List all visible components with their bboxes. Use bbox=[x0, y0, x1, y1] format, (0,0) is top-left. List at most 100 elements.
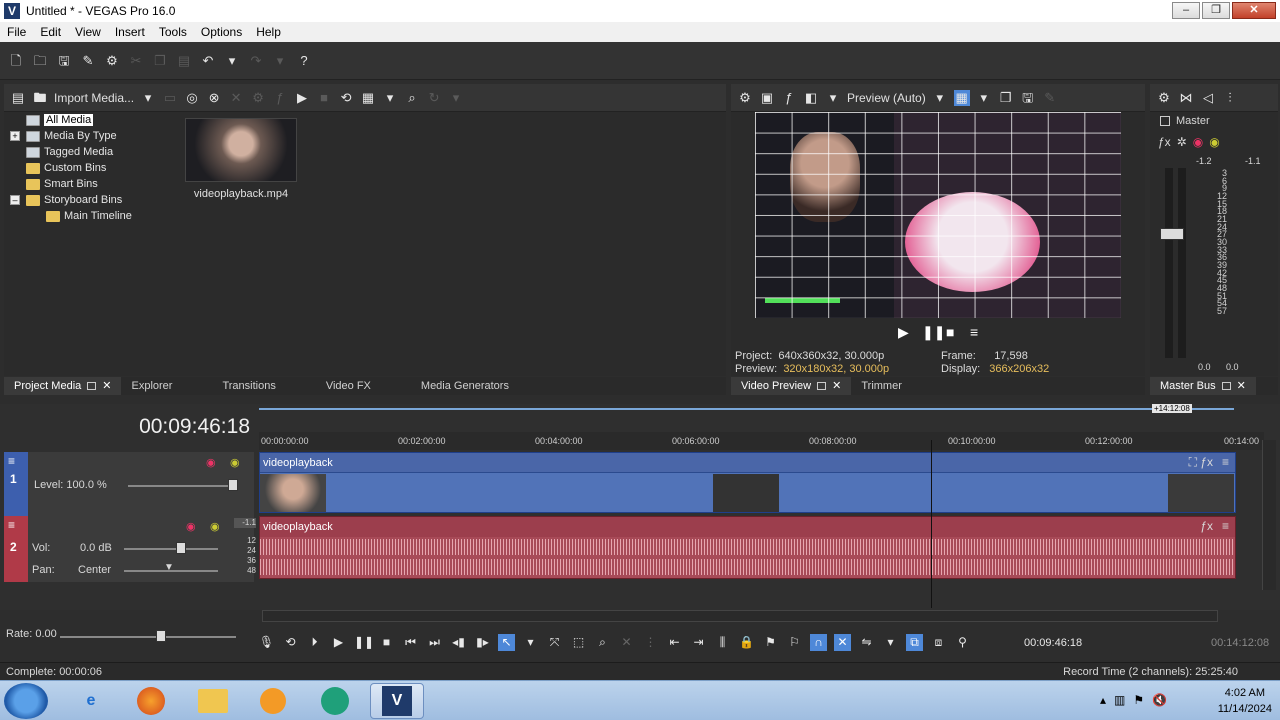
bus-fx-icon[interactable]: ƒx bbox=[1158, 135, 1171, 149]
play-icon[interactable]: ▶ bbox=[898, 325, 912, 339]
edit-icon[interactable]: ✎ bbox=[1042, 90, 1058, 106]
playhead-line[interactable] bbox=[931, 440, 932, 608]
downmix-icon[interactable]: ⋈ bbox=[1178, 90, 1194, 106]
menu-options[interactable]: Options bbox=[194, 25, 249, 39]
save-as-icon[interactable]: ✎ bbox=[80, 53, 96, 69]
track-mute-icon[interactable]: ◉ bbox=[206, 456, 216, 469]
minimize-button[interactable]: – bbox=[1172, 2, 1200, 19]
go-to-start-icon[interactable]: ⏮ bbox=[402, 634, 419, 651]
ignore-grouping-icon[interactable]: ⧈ bbox=[930, 634, 947, 651]
level-slider[interactable] bbox=[128, 485, 238, 487]
track-menu-icon[interactable]: ≡ bbox=[8, 454, 15, 468]
action-center-flag-icon[interactable]: ⚑ bbox=[1133, 693, 1144, 707]
video-clip[interactable]: videoplayback ⛶ ƒx ≡ bbox=[259, 452, 1236, 513]
insert-marker-icon[interactable]: ⚑ bbox=[762, 634, 779, 651]
time-ruler[interactable]: 00:00:00:00 00:02:00:00 00:04:00:00 00:0… bbox=[259, 432, 1264, 450]
redo-dropdown-icon[interactable]: ▾ bbox=[272, 53, 288, 69]
settings-gear-icon[interactable]: ⚙ bbox=[104, 53, 120, 69]
audio-track-header[interactable]: 2 ≡ ◉ ◉ Vol: 0.0 dB Pan: Center ▼ -1.1 1… bbox=[4, 516, 256, 582]
menu-edit[interactable]: Edit bbox=[33, 25, 68, 39]
ripple-dropdown-icon[interactable]: ▾ bbox=[882, 634, 899, 651]
tree-item-media-by-type[interactable]: + Media By Type bbox=[10, 128, 170, 144]
tab-media-generators[interactable]: Media Generators bbox=[411, 377, 519, 395]
overlays-dropdown-icon[interactable]: ▾ bbox=[976, 90, 992, 106]
tab-explorer[interactable]: Explorer bbox=[121, 377, 182, 395]
capture-icon[interactable]: ▭ bbox=[162, 90, 178, 106]
tree-item-tagged-media[interactable]: Tagged Media bbox=[10, 144, 170, 160]
auto-preview-play-icon[interactable]: ▶ bbox=[294, 90, 310, 106]
undo-icon[interactable]: ↶ bbox=[200, 53, 216, 69]
timeline-vertical-scrollbar[interactable] bbox=[1262, 440, 1276, 590]
menu-help[interactable]: Help bbox=[249, 25, 288, 39]
go-to-end-icon[interactable]: ⏭ bbox=[426, 634, 443, 651]
level-slider-handle[interactable] bbox=[228, 479, 238, 491]
normal-edit-tool-icon[interactable]: ↖ bbox=[498, 633, 515, 651]
event-fx-icon[interactable]: ƒx bbox=[1200, 519, 1213, 533]
edit-tool-dropdown-icon[interactable]: ▾ bbox=[522, 634, 539, 651]
cursor-marker-icon[interactable]: ⚲ bbox=[954, 634, 971, 651]
video-output-icon[interactable]: ▣ bbox=[759, 90, 775, 106]
import-media-button[interactable]: Import Media... bbox=[54, 91, 134, 105]
file-explorer-icon[interactable] bbox=[186, 683, 240, 719]
remove-unused-icon[interactable]: ⊗ bbox=[206, 90, 222, 106]
stop-preview-icon[interactable]: ■ bbox=[316, 90, 332, 106]
insert-region-icon[interactable]: ⚐ bbox=[786, 634, 803, 651]
trim-end-icon[interactable]: ⇥ bbox=[690, 634, 707, 651]
start-button[interactable] bbox=[4, 683, 48, 719]
menu-tools[interactable]: Tools bbox=[152, 25, 194, 39]
views-icon[interactable]: ▦ bbox=[360, 90, 376, 106]
rate-slider[interactable] bbox=[60, 636, 236, 638]
tab-trimmer[interactable]: Trimmer bbox=[851, 377, 912, 395]
tree-item-storyboard-bins[interactable]: – Storyboard Bins bbox=[10, 192, 170, 208]
bus-insert-icon[interactable]: ✲ bbox=[1177, 135, 1187, 149]
tab-video-fx[interactable]: Video FX bbox=[316, 377, 381, 395]
volume-muted-icon[interactable]: 🔇 bbox=[1152, 693, 1167, 707]
timeline-overview[interactable] bbox=[259, 404, 1259, 412]
delete-icon[interactable]: ✕ bbox=[228, 90, 244, 106]
menu-file[interactable]: File bbox=[0, 25, 33, 39]
mixer-settings-icon[interactable]: ⚙ bbox=[1156, 90, 1172, 106]
auto-crossfade-icon[interactable]: ✕ bbox=[834, 633, 851, 651]
vegas-taskbar-button[interactable]: V bbox=[370, 683, 424, 719]
lock-icon[interactable]: 🔒 bbox=[738, 634, 755, 651]
media-player-icon[interactable] bbox=[246, 683, 300, 719]
ripple-edit-icon[interactable]: ⇋ bbox=[858, 634, 875, 651]
tab-video-preview[interactable]: Video Preview ✕ bbox=[731, 377, 852, 395]
video-track-header[interactable]: 1 ≡ ◉ ◉ Level: 100.0 % bbox=[4, 452, 254, 516]
timeline-horizontal-scrollbar[interactable] bbox=[262, 610, 1218, 622]
copy-icon[interactable]: ❐ bbox=[152, 53, 168, 69]
views-dropdown-icon[interactable]: ▾ bbox=[382, 90, 398, 106]
preview-quality-select[interactable]: Preview (Auto) bbox=[847, 91, 926, 105]
media-fx-icon[interactable]: ƒ bbox=[272, 90, 288, 106]
menu-icon[interactable]: ≡ bbox=[970, 325, 984, 339]
close-icon[interactable]: ✕ bbox=[102, 377, 111, 395]
help-pointer-icon[interactable]: ? bbox=[296, 53, 312, 69]
pause-icon[interactable]: ❚❚ bbox=[922, 325, 945, 339]
preview-video-frame[interactable] bbox=[755, 112, 1121, 318]
record-icon[interactable]: 🎙 bbox=[258, 634, 275, 651]
rate-slider-handle[interactable] bbox=[156, 630, 166, 642]
delete-icon[interactable]: ✕ bbox=[618, 634, 635, 651]
clock[interactable]: 4:02 AM 11/14/2024 bbox=[1218, 685, 1272, 717]
menu-insert[interactable]: Insert bbox=[108, 25, 152, 39]
tree-item-smart-bins[interactable]: Smart Bins bbox=[10, 176, 170, 192]
zoom-tool-icon[interactable]: ⌕ bbox=[594, 634, 611, 651]
undo-dropdown-icon[interactable]: ▾ bbox=[224, 53, 240, 69]
close-button[interactable]: ✕ bbox=[1232, 2, 1276, 19]
track-menu-icon[interactable]: ≡ bbox=[8, 518, 15, 532]
import-media-icon[interactable]: 🖿 bbox=[32, 90, 48, 106]
tree-item-custom-bins[interactable]: Custom Bins bbox=[10, 160, 170, 176]
paste-icon[interactable]: ▤ bbox=[176, 53, 192, 69]
bus-mute-icon[interactable]: ◉ bbox=[1193, 135, 1203, 149]
search-icon[interactable]: ⌕ bbox=[404, 90, 420, 106]
quality-dropdown-icon[interactable]: ▾ bbox=[932, 90, 948, 106]
previous-frame-icon[interactable]: ◂▮ bbox=[450, 634, 467, 651]
undock-icon[interactable] bbox=[817, 382, 827, 390]
tree-expander[interactable]: + bbox=[10, 131, 20, 141]
close-icon[interactable]: ✕ bbox=[832, 377, 841, 395]
loop-playback-icon[interactable]: ⟲ bbox=[282, 634, 299, 651]
network-icon[interactable]: ▥ bbox=[1114, 693, 1125, 707]
tab-transitions[interactable]: Transitions bbox=[212, 377, 285, 395]
master-checkbox[interactable] bbox=[1160, 116, 1170, 126]
app-icon[interactable] bbox=[308, 683, 362, 719]
